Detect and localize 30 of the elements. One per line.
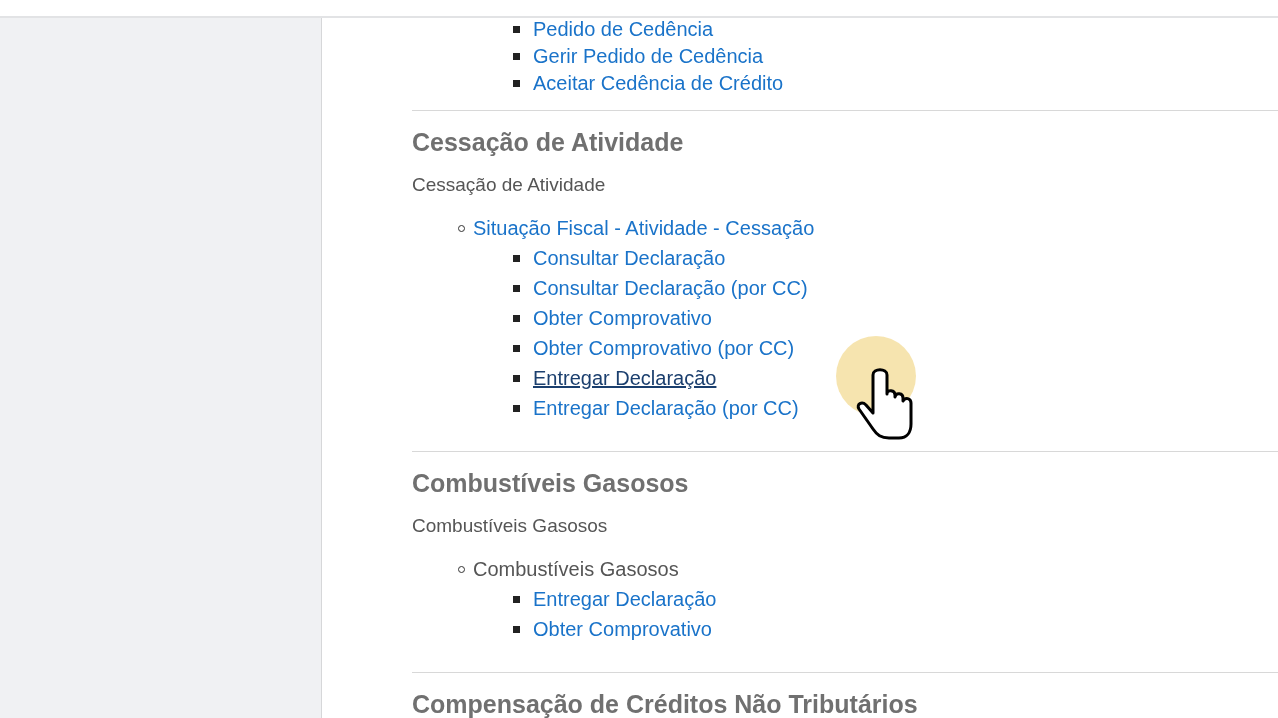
nav-link[interactable]: Pedido de Cedência xyxy=(533,18,714,41)
hand-pointer-icon xyxy=(835,335,917,441)
bullet-icon xyxy=(513,284,520,292)
nav-link[interactable]: Gerir Pedido de Cedência xyxy=(533,45,764,68)
section-heading: Compensação de Créditos Não Tributários xyxy=(412,689,919,718)
nav-link[interactable]: Obter Comprovativo xyxy=(533,617,712,641)
group-label: Combustíveis Gasosos xyxy=(473,557,679,581)
nav-link[interactable]: Entregar Declaração xyxy=(533,587,717,611)
bullet-icon xyxy=(513,80,520,87)
bullet-icon xyxy=(513,374,520,382)
bullet-icon xyxy=(513,53,520,60)
nav-link[interactable]: Aceitar Cedência de Crédito xyxy=(533,72,784,95)
nav-link[interactable]: Entregar Declaração (por CC) xyxy=(533,396,799,420)
section-heading: Cessação de Atividade xyxy=(412,127,685,158)
nav-link[interactable]: Entregar Declaração xyxy=(533,366,717,390)
group-link[interactable]: Situação Fiscal - Atividade - Cessação xyxy=(473,216,815,240)
section-description: Cessação de Atividade xyxy=(412,173,607,197)
nav-link[interactable]: Obter Comprovativo (por CC) xyxy=(533,336,795,360)
bullet-icon xyxy=(513,625,520,633)
bullet-icon xyxy=(513,595,520,603)
bullet-icon xyxy=(513,344,520,352)
bullet-icon xyxy=(513,404,520,412)
section-description: Combustíveis Gasosos xyxy=(412,514,609,538)
section-heading: Combustíveis Gasosos xyxy=(412,468,690,499)
nav-link[interactable]: Consultar Declaração xyxy=(533,246,726,270)
bullet-icon xyxy=(513,26,520,33)
bullet-icon xyxy=(513,314,520,322)
bullet-icon xyxy=(513,254,520,262)
nav-link[interactable]: Obter Comprovativo xyxy=(533,306,712,330)
nav-link[interactable]: Consultar Declaração (por CC) xyxy=(533,276,808,300)
